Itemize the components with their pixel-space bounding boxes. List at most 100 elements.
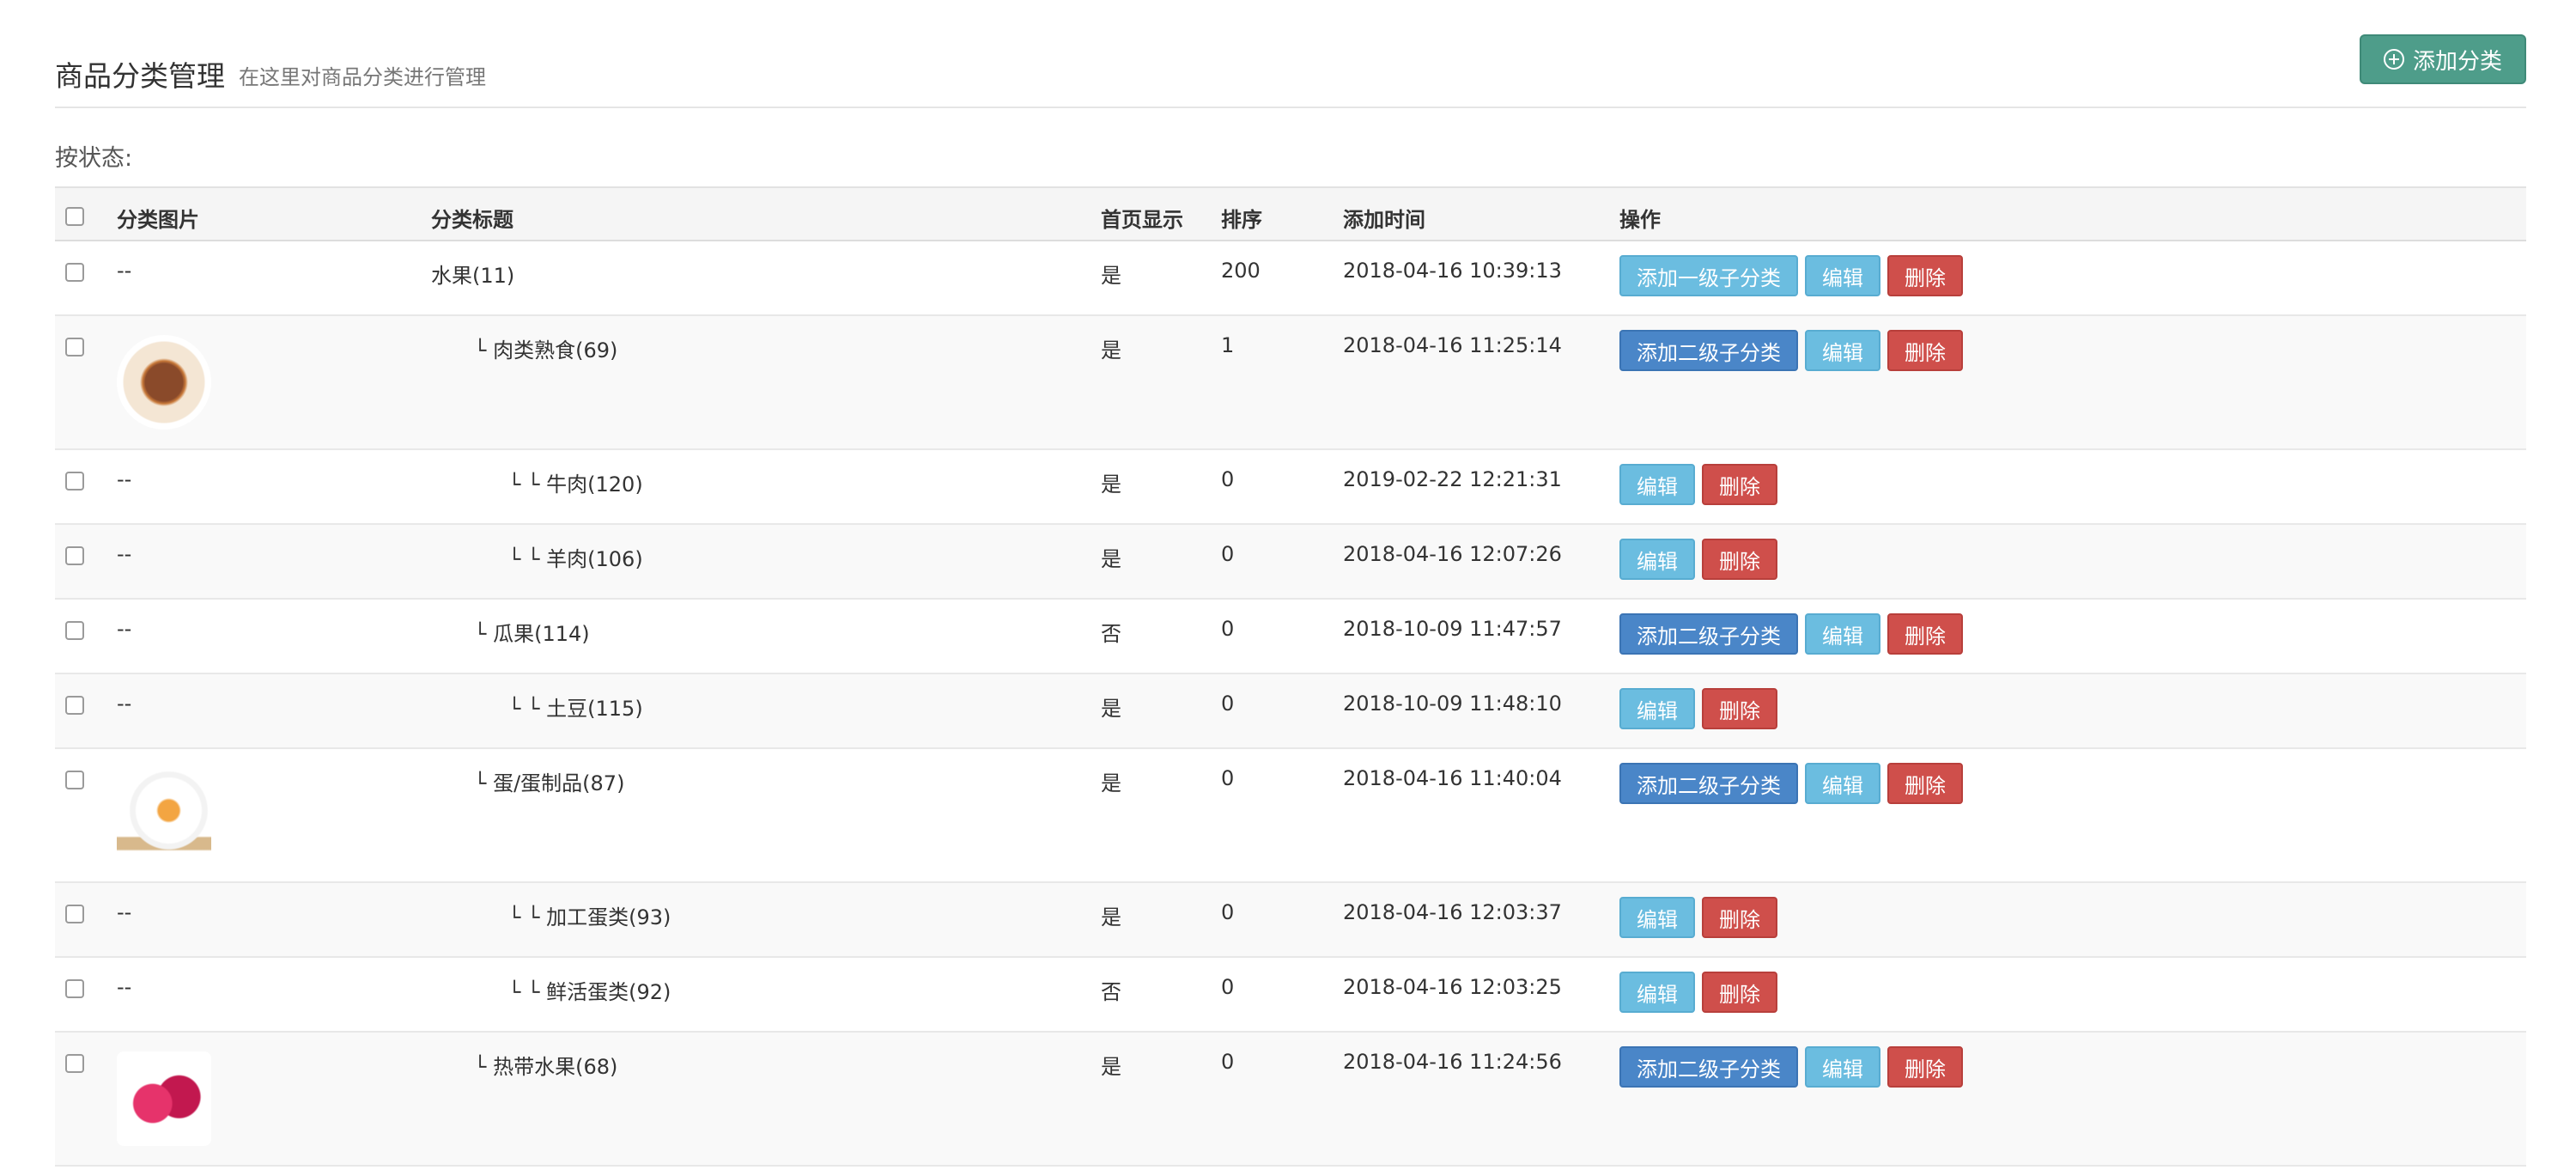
delete-button[interactable]: 删除 bbox=[1887, 1046, 1963, 1088]
sort-order: 1 bbox=[1221, 333, 1235, 357]
row-checkbox[interactable] bbox=[65, 472, 84, 491]
row-checkbox[interactable] bbox=[65, 546, 84, 565]
page-subtitle: 在这里对商品分类进行管理 bbox=[239, 65, 486, 89]
table-body: -- 水果(11) 是 200 2018-04-16 10:39:13 添加一级子分类 编辑… bbox=[55, 241, 2526, 1167]
edit-button[interactable]: 编辑 bbox=[1805, 330, 1880, 371]
category-image-placeholder: -- bbox=[117, 542, 132, 566]
delete-button[interactable]: 删除 bbox=[1887, 330, 1963, 371]
edit-button[interactable]: 编辑 bbox=[1619, 897, 1695, 938]
category-title: └ └ 羊肉(106) bbox=[508, 547, 643, 571]
delete-button[interactable]: 删除 bbox=[1702, 897, 1777, 938]
edit-button[interactable]: 编辑 bbox=[1805, 255, 1880, 296]
homepage-display: 是 bbox=[1101, 338, 1121, 363]
row-actions: 编辑 删除 bbox=[1619, 539, 1777, 580]
added-time: 2018-04-16 12:03:37 bbox=[1343, 900, 1562, 924]
col-header-title: 分类标题 bbox=[431, 208, 513, 232]
row-checkbox[interactable] bbox=[65, 1054, 84, 1073]
add-subcategory-button[interactable]: 添加二级子分类 bbox=[1619, 763, 1798, 804]
col-header-actions: 操作 bbox=[1619, 208, 1661, 232]
category-title: 水果(11) bbox=[431, 264, 515, 288]
col-header-image: 分类图片 bbox=[117, 208, 199, 232]
table-row: └ 蛋/蛋制品(87) 是 0 2018-04-16 11:40:04 添加二级子分类编… bbox=[55, 749, 2526, 883]
row-actions: 编辑 删除 bbox=[1619, 688, 1777, 729]
delete-button[interactable]: 删除 bbox=[1702, 972, 1777, 1013]
col-header-homepage: 首页显示 bbox=[1101, 208, 1183, 232]
category-thumbnail bbox=[117, 1051, 211, 1146]
row-checkbox[interactable] bbox=[65, 263, 84, 282]
add-category-button[interactable]: 添加分类 bbox=[2360, 34, 2526, 84]
row-actions: 编辑 删除 bbox=[1619, 972, 1777, 1013]
delete-button[interactable]: 删除 bbox=[1702, 464, 1777, 505]
row-checkbox[interactable] bbox=[65, 621, 84, 640]
added-time: 2018-10-09 11:47:57 bbox=[1343, 617, 1562, 641]
table-row: -- └ └ 牛肉(120) 是 0 2019-02-22 12:21:31 编辑 删除 bbox=[55, 450, 2526, 525]
sort-order: 0 bbox=[1221, 766, 1235, 790]
edit-button[interactable]: 编辑 bbox=[1805, 763, 1880, 804]
row-actions: 编辑 删除 bbox=[1619, 464, 1777, 505]
edit-button[interactable]: 编辑 bbox=[1619, 539, 1695, 580]
plus-circle-icon bbox=[2383, 49, 2404, 70]
add-subcategory-button[interactable]: 添加二级子分类 bbox=[1619, 613, 1798, 655]
homepage-display: 否 bbox=[1101, 622, 1121, 646]
delete-button[interactable]: 删除 bbox=[1887, 613, 1963, 655]
add-category-label: 添加分类 bbox=[2412, 48, 2502, 75]
table-row: -- └ └ 羊肉(106) 是 0 2018-04-16 12:07:26 编辑 删除 bbox=[55, 525, 2526, 600]
category-thumbnail bbox=[117, 335, 211, 430]
category-title: └ └ 牛肉(120) bbox=[508, 472, 643, 497]
edit-button[interactable]: 编辑 bbox=[1805, 613, 1880, 655]
edit-button[interactable]: 编辑 bbox=[1619, 464, 1695, 505]
sort-order: 0 bbox=[1221, 467, 1235, 491]
row-checkbox[interactable] bbox=[65, 905, 84, 923]
col-header-time: 添加时间 bbox=[1343, 208, 1425, 232]
delete-button[interactable]: 删除 bbox=[1702, 539, 1777, 580]
added-time: 2018-04-16 12:07:26 bbox=[1343, 542, 1562, 566]
category-title: └ 瓜果(114) bbox=[474, 622, 590, 646]
homepage-display: 是 bbox=[1101, 905, 1121, 929]
page-title: 商品分类管理 bbox=[55, 59, 225, 93]
table-row: └ 肉类熟食(69) 是 1 2018-04-16 11:25:14 添加二级子分类 编辑… bbox=[55, 316, 2526, 450]
table-row: -- └ └ 加工蛋类(93) 是 0 2018-04-16 12:03:37 编辑 删除 bbox=[55, 883, 2526, 958]
category-image-placeholder: -- bbox=[117, 900, 132, 924]
add-subcategory-button[interactable]: 添加一级子分类 bbox=[1619, 255, 1798, 296]
sort-order: 0 bbox=[1221, 692, 1235, 716]
col-header-sort: 排序 bbox=[1221, 208, 1262, 232]
added-time: 2018-10-09 11:48:10 bbox=[1343, 692, 1562, 716]
add-subcategory-button[interactable]: 添加二级子分类 bbox=[1619, 330, 1798, 371]
category-thumbnail bbox=[117, 768, 211, 862]
row-actions: 添加一级子分类 编辑 删除 bbox=[1619, 255, 1963, 296]
category-image-placeholder: -- bbox=[117, 259, 132, 283]
page-header: 商品分类管理 在这里对商品分类进行管理 添加分类 bbox=[55, 0, 2526, 108]
delete-button[interactable]: 删除 bbox=[1887, 255, 1963, 296]
table-row: -- └ └ 土豆(115) 是 0 2018-10-09 11:48:10 编辑 删除 bbox=[55, 674, 2526, 749]
category-title: └ 肉类熟食(69) bbox=[474, 338, 618, 363]
status-filter-label: 按状态: bbox=[55, 145, 133, 172]
category-title: └ 蛋/蛋制品(87) bbox=[474, 771, 625, 795]
edit-button[interactable]: 编辑 bbox=[1805, 1046, 1880, 1088]
category-image-placeholder: -- bbox=[117, 692, 132, 716]
category-title: └ └ 加工蛋类(93) bbox=[508, 905, 671, 929]
delete-button[interactable]: 删除 bbox=[1887, 763, 1963, 804]
row-actions: 添加二级子分类 编辑 删除 bbox=[1619, 613, 1963, 655]
select-all-checkbox[interactable] bbox=[65, 207, 84, 226]
sort-order: 200 bbox=[1221, 259, 1261, 283]
row-checkbox[interactable] bbox=[65, 771, 84, 789]
sort-order: 0 bbox=[1221, 542, 1235, 566]
category-title: └ └ 土豆(115) bbox=[508, 697, 643, 721]
sort-order: 0 bbox=[1221, 1050, 1235, 1074]
edit-button[interactable]: 编辑 bbox=[1619, 688, 1695, 729]
added-time: 2019-02-22 12:21:31 bbox=[1343, 467, 1562, 491]
table-row: -- └ 瓜果(114) 否 0 2018-10-09 11:47:57 添加二级子分类编… bbox=[55, 600, 2526, 674]
homepage-display: 是 bbox=[1101, 1055, 1121, 1079]
added-time: 2018-04-16 11:40:04 bbox=[1343, 766, 1562, 790]
table-row: └ 热带水果(68) 是 0 2018-04-16 11:24:56 添加二级子分类 编辑… bbox=[55, 1033, 2526, 1167]
row-checkbox[interactable] bbox=[65, 696, 84, 715]
row-checkbox[interactable] bbox=[65, 338, 84, 356]
table-row: -- 水果(11) 是 200 2018-04-16 10:39:13 添加一级子分类 编辑… bbox=[55, 241, 2526, 316]
category-title: └ └ 鲜活蛋类(92) bbox=[508, 980, 671, 1004]
delete-button[interactable]: 删除 bbox=[1702, 688, 1777, 729]
add-subcategory-button[interactable]: 添加二级子分类 bbox=[1619, 1046, 1798, 1088]
edit-button[interactable]: 编辑 bbox=[1619, 972, 1695, 1013]
row-checkbox[interactable] bbox=[65, 979, 84, 998]
homepage-display: 否 bbox=[1101, 980, 1121, 1004]
added-time: 2018-04-16 11:24:56 bbox=[1343, 1050, 1562, 1074]
